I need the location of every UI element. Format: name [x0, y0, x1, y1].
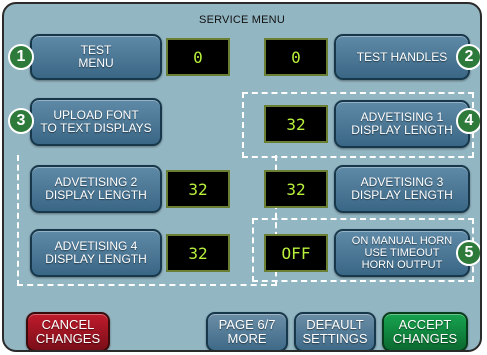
advertising-1-value: 32 [264, 105, 328, 143]
badge-3: 3 [8, 108, 34, 134]
cancel-changes-button[interactable]: CANCEL CHANGES [26, 312, 110, 350]
accept-changes-button[interactable]: ACCEPT CHANGES [382, 312, 468, 350]
page-title: SERVICE MENU [199, 14, 285, 26]
service-menu-screen: SERVICE MENU TEST MENU 0 0 TEST HANDLES … [2, 2, 482, 352]
advertising-2-button[interactable]: ADVETISING 2 DISPLAY LENGTH [30, 165, 162, 213]
advertising-2-value: 32 [166, 170, 230, 208]
advertising-4-value: 32 [166, 234, 230, 272]
horn-timeout-value: OFF [264, 234, 328, 272]
badge-4: 4 [456, 108, 480, 134]
test-menu-button[interactable]: TEST MENU [30, 34, 162, 80]
badge-2: 2 [456, 44, 480, 70]
badge-5: 5 [456, 240, 480, 266]
test-handles-button[interactable]: TEST HANDLES [334, 34, 470, 80]
test-handles-value: 0 [264, 38, 328, 76]
badge-1: 1 [8, 44, 34, 70]
manual-horn-timeout-button[interactable]: ON MANUAL HORN USE TIMEOUT HORN OUTPUT [334, 229, 470, 277]
advertising-4-button[interactable]: ADVETISING 4 DISPLAY LENGTH [30, 229, 162, 277]
upload-font-button[interactable]: UPLOAD FONT TO TEXT DISPLAYS [30, 98, 162, 146]
page-more-button[interactable]: PAGE 6/7 MORE [206, 312, 288, 350]
default-settings-button[interactable]: DEFAULT SETTINGS [294, 312, 376, 350]
advertising-1-button[interactable]: ADVETISING 1 DISPLAY LENGTH [334, 100, 470, 148]
advertising-3-value: 32 [264, 170, 328, 208]
test-menu-value: 0 [166, 38, 230, 76]
advertising-3-button[interactable]: ADVETISING 3 DISPLAY LENGTH [334, 165, 470, 213]
